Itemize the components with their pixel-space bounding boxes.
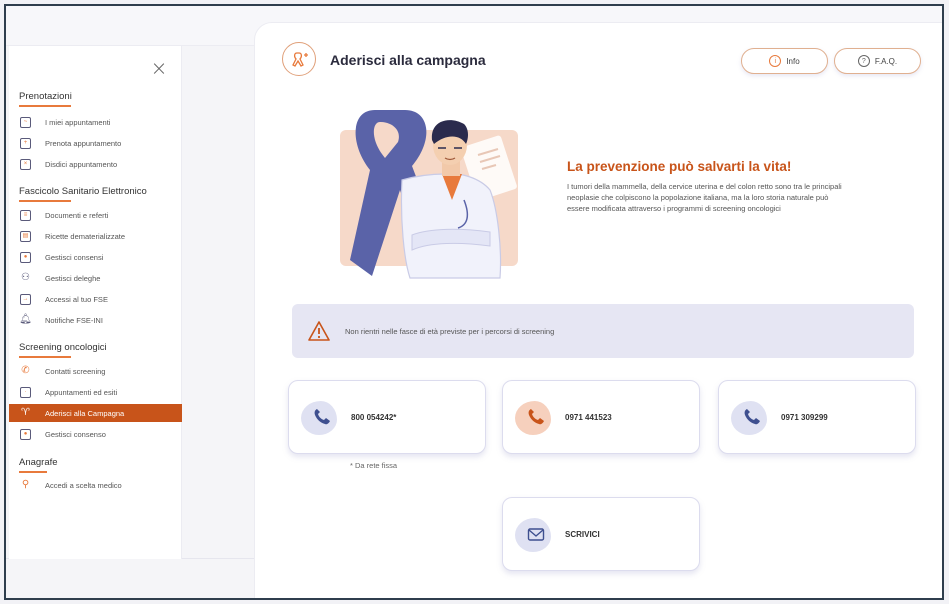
sidebar-item-contatti-screening[interactable]: ✆ Contatti screening: [9, 362, 182, 380]
document-icon: ≡: [20, 209, 31, 221]
sidebar-item-accessi-fse[interactable]: → Accessi al tuo FSE: [9, 290, 182, 308]
sidebar-item-ricette[interactable]: ▤ Ricette dematerializzate: [9, 227, 182, 245]
sidebar-item-aderisci-campagna[interactable]: ♈︎ Aderisci alla Campagna: [9, 404, 182, 422]
sidebar-item-appuntamenti-esiti[interactable]: · Appuntamenti ed esiti: [9, 383, 182, 401]
ribbon-add-icon: ♈︎: [21, 407, 30, 418]
sidebar-item-label: I miei appuntamenti: [45, 117, 111, 127]
eligibility-alert: Non rientri nelle fasce di età previste …: [292, 304, 914, 358]
doctor-ribbon-illustration: [340, 110, 518, 279]
phone-card-0971309299[interactable]: 0971 309299: [718, 380, 916, 454]
sidebar-item-label: Contatti screening: [45, 366, 106, 376]
sidebar-item-documenti-referti[interactable]: ≡ Documenti e referti: [9, 206, 182, 224]
calendar-x-icon: ×: [20, 158, 31, 170]
hero-text: I tumori della mammella, della cervice u…: [567, 182, 842, 213]
close-icon[interactable]: ×: [149, 58, 169, 78]
page-title: Aderisci alla campagna: [330, 52, 486, 68]
alert-text: Non rientri nelle fasce di età previste …: [345, 326, 555, 336]
consent-icon: ●: [20, 428, 31, 440]
calendar-list-icon: ~: [20, 116, 31, 128]
faq-button[interactable]: ? F.A.Q.: [834, 48, 921, 74]
sidebar-item-label: Disdici appuntamento: [45, 159, 118, 169]
info-button-label: Info: [786, 56, 800, 66]
phone-number: 800 054242*: [351, 413, 397, 422]
section-title-anagrafe: Anagrafe: [19, 457, 58, 468]
info-icon: i: [769, 55, 782, 67]
sidebar-item-label: Gestisci consensi: [45, 252, 104, 262]
sidebar-item-label: Appuntamenti ed esiti: [45, 387, 118, 397]
people-icon: ⚇: [21, 272, 30, 283]
landline-note: * Da rete fissa: [350, 461, 398, 470]
sidebar-item-prenota-appuntamento[interactable]: + Prenota appuntamento: [9, 134, 182, 152]
ribbon-add-icon: [282, 42, 316, 76]
hero-title: La prevenzione può salvarti la vita!: [567, 159, 792, 174]
faq-button-label: F.A.Q.: [874, 56, 898, 66]
write-us-label: SCRIVICI: [565, 530, 600, 539]
phone-icon: [744, 409, 760, 425]
prescription-icon: ▤: [20, 230, 31, 242]
sidebar-item-label: Aderisci alla Campagna: [45, 408, 125, 418]
write-us-card[interactable]: SCRIVICI: [502, 497, 700, 571]
sidebar-item-gestisci-deleghe[interactable]: ⚇ Gestisci deleghe: [9, 269, 182, 287]
phone-number: 0971 441523: [565, 413, 612, 422]
sidebar-item-gestisci-consenso[interactable]: ● Gestisci consenso: [9, 425, 182, 443]
sidebar-item-label: Notifiche FSE-INI: [45, 315, 103, 325]
section-underline: [19, 471, 47, 473]
phone-card-0971441523[interactable]: 0971 441523: [502, 380, 700, 454]
calendar-icon: ·: [20, 386, 31, 398]
phone-icon: [314, 409, 330, 425]
bell-icon: 🔔︎: [19, 314, 32, 325]
sidebar-item-label: Prenota appuntamento: [45, 138, 122, 148]
sidebar: × Prenotazioni ~ I miei appuntamenti + P…: [9, 46, 182, 559]
info-button[interactable]: i Info: [741, 48, 828, 74]
help-icon: ?: [857, 55, 870, 67]
user-add-icon: ⚲: [21, 479, 30, 490]
sidebar-item-label: Gestisci deleghe: [45, 273, 101, 283]
app-window: × Prenotazioni ~ I miei appuntamenti + P…: [4, 4, 944, 600]
section-underline: [19, 356, 71, 358]
section-title-screening: Screening oncologici: [19, 342, 107, 353]
warning-icon: [308, 321, 330, 341]
calendar-plus-icon: +: [20, 137, 31, 149]
login-icon: →: [20, 293, 31, 305]
sidebar-item-label: Accedi a scelta medico: [45, 480, 122, 490]
section-title-fse: Fascicolo Sanitario Elettronico: [19, 186, 147, 197]
sidebar-item-label: Accessi al tuo FSE: [45, 294, 108, 304]
mail-icon: [527, 528, 545, 541]
phone-contact-icon: ✆: [21, 365, 30, 376]
phone-icon: [528, 409, 544, 425]
sidebar-item-label: Ricette dematerializzate: [45, 231, 126, 241]
phone-number: 0971 309299: [781, 413, 828, 422]
section-title-prenotazioni: Prenotazioni: [19, 91, 72, 102]
sidebar-item-disdici-appuntamento[interactable]: × Disdici appuntamento: [9, 155, 182, 173]
section-underline: [19, 200, 71, 202]
sidebar-item-notifiche[interactable]: 🔔︎ Notifiche FSE-INI: [9, 311, 182, 329]
sidebar-item-miei-appuntamenti[interactable]: ~ I miei appuntamenti: [9, 113, 182, 131]
phone-card-800054242[interactable]: 800 054242*: [288, 380, 486, 454]
sidebar-item-label: Documenti e referti: [45, 210, 109, 220]
sidebar-item-scelta-medico[interactable]: ⚲ Accedi a scelta medico: [9, 476, 182, 494]
section-underline: [19, 105, 71, 107]
sidebar-item-gestisci-consensi[interactable]: ● Gestisci consensi: [9, 248, 182, 266]
consent-icon: ●: [20, 251, 31, 263]
sidebar-item-label: Gestisci consenso: [45, 429, 106, 439]
